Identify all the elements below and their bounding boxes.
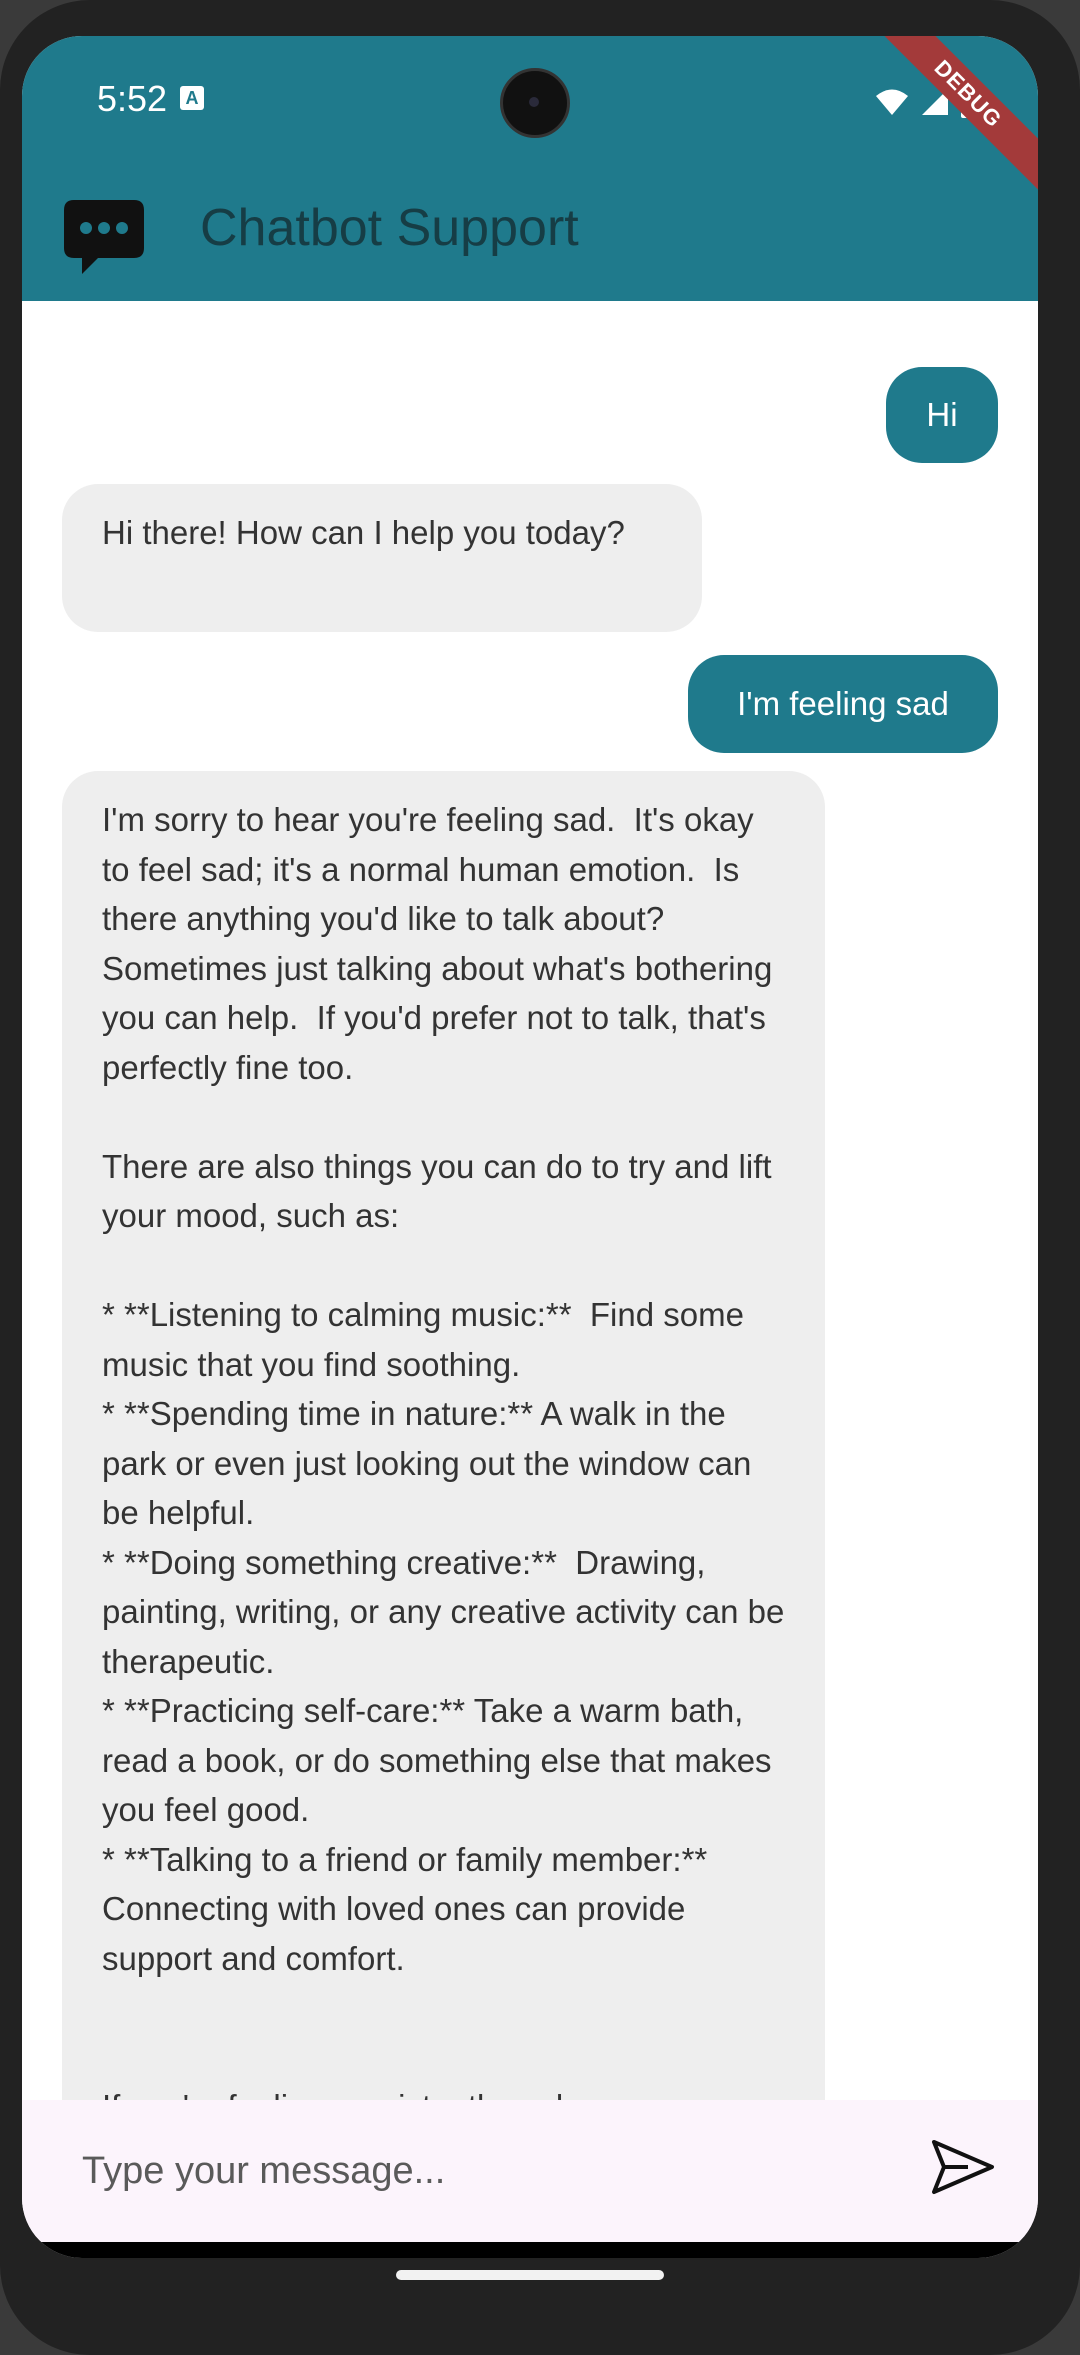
message-text: I'm feeling sad (737, 685, 949, 722)
send-icon[interactable] (928, 2132, 998, 2202)
user-message: I'm feeling sad (688, 655, 998, 753)
app-bar: 5:52 A DEBUG Chatbot Support (22, 36, 1038, 301)
bot-message: I'm sorry to hear you're feeling sad. It… (62, 771, 825, 2136)
message-text: Hi (926, 396, 958, 433)
app-title: Chatbot Support (200, 199, 579, 257)
message-text: Hi there! How can I help you today? (102, 514, 625, 551)
device-frame: 5:52 A DEBUG Chatbot Support Hi Hi there… (0, 0, 1080, 2355)
message-text: I'm sorry to hear you're feeling sad. It… (102, 801, 785, 2125)
phone-screen: 5:52 A DEBUG Chatbot Support Hi Hi there… (22, 36, 1038, 2258)
user-message: Hi (886, 367, 998, 463)
message-composer (22, 2100, 1038, 2242)
status-notification-badge: A (180, 86, 204, 110)
bot-message: Hi there! How can I help you today? (62, 484, 702, 632)
navigation-bar (22, 2242, 1038, 2258)
message-input[interactable] (80, 2140, 904, 2202)
wifi-icon (876, 89, 908, 115)
front-camera (500, 68, 570, 138)
home-gesture-handle[interactable] (396, 2270, 664, 2280)
chat-bubble-icon (64, 200, 144, 274)
message-list[interactable]: Hi Hi there! How can I help you today? I… (22, 301, 1038, 2136)
status-time: 5:52 (97, 78, 168, 119)
